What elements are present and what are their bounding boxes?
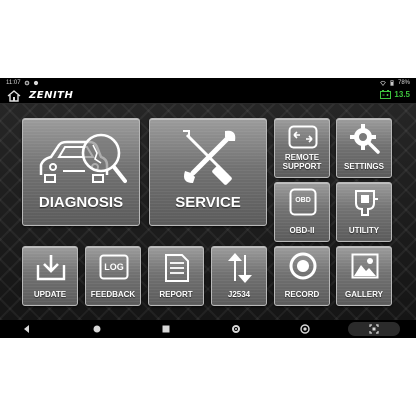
- android-nav-bar: [0, 320, 416, 338]
- vehicle-voltage: 13.5: [380, 90, 410, 99]
- obd-icon-text: OBD: [295, 197, 311, 204]
- remote-support-icon: [288, 125, 318, 149]
- home-icon[interactable]: [7, 90, 21, 102]
- j2534-label: J2534: [227, 290, 251, 299]
- battery-status-icon: [390, 80, 394, 86]
- status-time: 11:07: [6, 80, 21, 86]
- chrome-browser-icon[interactable]: [300, 324, 310, 334]
- brand-logo: ZENITH: [29, 90, 74, 101]
- remote-support-tile[interactable]: REMOTE SUPPORT: [274, 118, 330, 178]
- back-icon[interactable]: [22, 324, 32, 334]
- report-document-icon: [165, 254, 189, 282]
- up-down-arrows-icon: [228, 253, 252, 283]
- main-menu-grid: DIAGNOSIS SERVICE REMOTE SUPPORT SETTING…: [0, 104, 416, 320]
- record-tile[interactable]: RECORD: [274, 246, 330, 306]
- home-nav-icon[interactable]: [92, 324, 102, 334]
- remote-label-line1: REMOTE: [284, 153, 320, 162]
- update-tile[interactable]: UPDATE: [22, 246, 78, 306]
- settings-label: SETTINGS: [343, 162, 384, 171]
- j2534-tile[interactable]: J2534: [211, 246, 267, 306]
- car-battery-icon: [380, 90, 392, 99]
- utility-label: UTILITY: [348, 226, 380, 235]
- obd2-label: OBD-II: [289, 226, 315, 235]
- gear-icon: [350, 124, 380, 154]
- report-tile[interactable]: REPORT: [148, 246, 204, 306]
- settings-status-icon: [24, 80, 29, 86]
- voltage-value: 13.5: [394, 90, 410, 99]
- diagnosis-tile[interactable]: DIAGNOSIS: [22, 118, 140, 226]
- feedback-label: FEEDBACK: [90, 290, 136, 299]
- battery-percent: 78%: [397, 80, 410, 86]
- update-label: UPDATE: [33, 290, 67, 299]
- status-bar: 11:07 78%: [0, 78, 416, 88]
- overview-icon[interactable]: [161, 324, 171, 334]
- utility-tile[interactable]: UTILITY: [336, 182, 392, 242]
- gallery-image-icon: [351, 253, 379, 279]
- remote-support-label: REMOTE SUPPORT: [275, 153, 329, 171]
- feedback-tile[interactable]: LOG FEEDBACK: [85, 246, 141, 306]
- notification-status-icon: [33, 80, 38, 86]
- remote-label-line2: SUPPORT: [282, 162, 322, 171]
- wifi-icon: [380, 80, 386, 86]
- gallery-label: GALLERY: [345, 290, 383, 299]
- screenshot-icon: [369, 324, 379, 334]
- app-header: ZENITH 13.5: [0, 88, 416, 104]
- log-icon-text: LOG: [104, 262, 124, 272]
- utility-icon: [355, 190, 378, 216]
- report-label: REPORT: [159, 290, 193, 299]
- screenshot-nav-button[interactable]: [348, 322, 400, 336]
- gallery-tile[interactable]: GALLERY: [336, 246, 392, 306]
- settings-tile[interactable]: SETTINGS: [336, 118, 392, 178]
- wrench-screwdriver-icon: [183, 130, 236, 185]
- record-icon: [289, 252, 317, 280]
- device-screen: 11:07 78% ZENITH 13.5 DIAGNOSIS SERVICE …: [0, 78, 416, 338]
- settings-nav-icon[interactable]: [231, 324, 241, 334]
- download-icon: [36, 255, 66, 281]
- car-diagnosis-icon: [39, 133, 127, 183]
- service-label: SERVICE: [175, 194, 241, 211]
- record-label: RECORD: [284, 290, 320, 299]
- diagnosis-label: DIAGNOSIS: [38, 194, 124, 211]
- service-tile[interactable]: SERVICE: [149, 118, 267, 226]
- obd2-tile[interactable]: OBD OBD-II: [274, 182, 330, 242]
